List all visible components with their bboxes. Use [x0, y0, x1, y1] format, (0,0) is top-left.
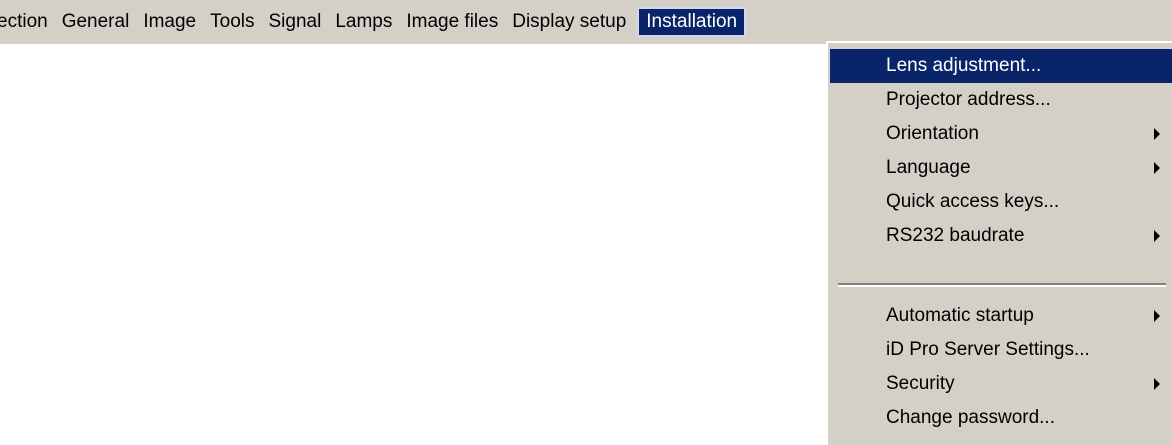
- menu-item-label: Lens adjustment...: [886, 55, 1042, 76]
- menu-item-quick-access-keys[interactable]: Quick access keys...: [830, 185, 1172, 219]
- menu-item-label: Automatic startup: [886, 305, 1034, 326]
- menu-item-label: Orientation: [886, 123, 979, 144]
- menu-item-id-pro-server-settings[interactable]: iD Pro Server Settings...: [830, 333, 1172, 367]
- menu-lamps[interactable]: Lamps: [328, 9, 399, 35]
- menu-signal[interactable]: Signal: [261, 9, 328, 35]
- menu-tools[interactable]: Tools: [203, 9, 261, 35]
- submenu-arrow-icon: [1154, 128, 1160, 140]
- menu-item-label: Language: [886, 157, 971, 178]
- menu-item-label: RS232 baudrate: [886, 225, 1025, 246]
- menu-item-label: Projector address...: [886, 89, 1051, 110]
- submenu-arrow-icon: [1154, 310, 1160, 322]
- menu-item-label: iD Pro Server Settings...: [886, 339, 1090, 360]
- menu-image-files[interactable]: Image files: [399, 9, 505, 35]
- menu-projection[interactable]: ection: [0, 9, 55, 35]
- menu-item-label: Security: [886, 373, 955, 394]
- submenu-arrow-icon: [1154, 162, 1160, 174]
- menu-bar: ection General Image Tools Signal Lamps …: [0, 0, 1172, 44]
- menu-item-change-password[interactable]: Change password...: [830, 401, 1172, 435]
- submenu-arrow-icon: [1154, 378, 1160, 390]
- menu-installation[interactable]: Installation: [637, 7, 747, 37]
- menu-item-lens-adjustment[interactable]: Lens adjustment...: [830, 49, 1172, 83]
- installation-dropdown-menu: Lens adjustment... Projector address... …: [826, 41, 1172, 445]
- menu-separator: [838, 283, 1166, 287]
- menu-item-label: Change password...: [886, 407, 1055, 428]
- menu-item-label: Quick access keys...: [886, 191, 1060, 212]
- menu-item-projector-address[interactable]: Projector address...: [830, 83, 1172, 117]
- menu-item-orientation[interactable]: Orientation: [830, 117, 1172, 151]
- menu-general[interactable]: General: [55, 9, 137, 35]
- menu-bar-items: ection General Image Tools Signal Lamps …: [0, 0, 747, 44]
- menu-item-automatic-startup[interactable]: Automatic startup: [830, 299, 1172, 333]
- menu-item-language[interactable]: Language: [830, 151, 1172, 185]
- submenu-arrow-icon: [1154, 230, 1160, 242]
- menu-image[interactable]: Image: [136, 9, 203, 35]
- menu-display-setup[interactable]: Display setup: [505, 9, 633, 35]
- menu-item-rs232-baudrate[interactable]: RS232 baudrate: [830, 219, 1172, 253]
- menu-item-security[interactable]: Security: [830, 367, 1172, 401]
